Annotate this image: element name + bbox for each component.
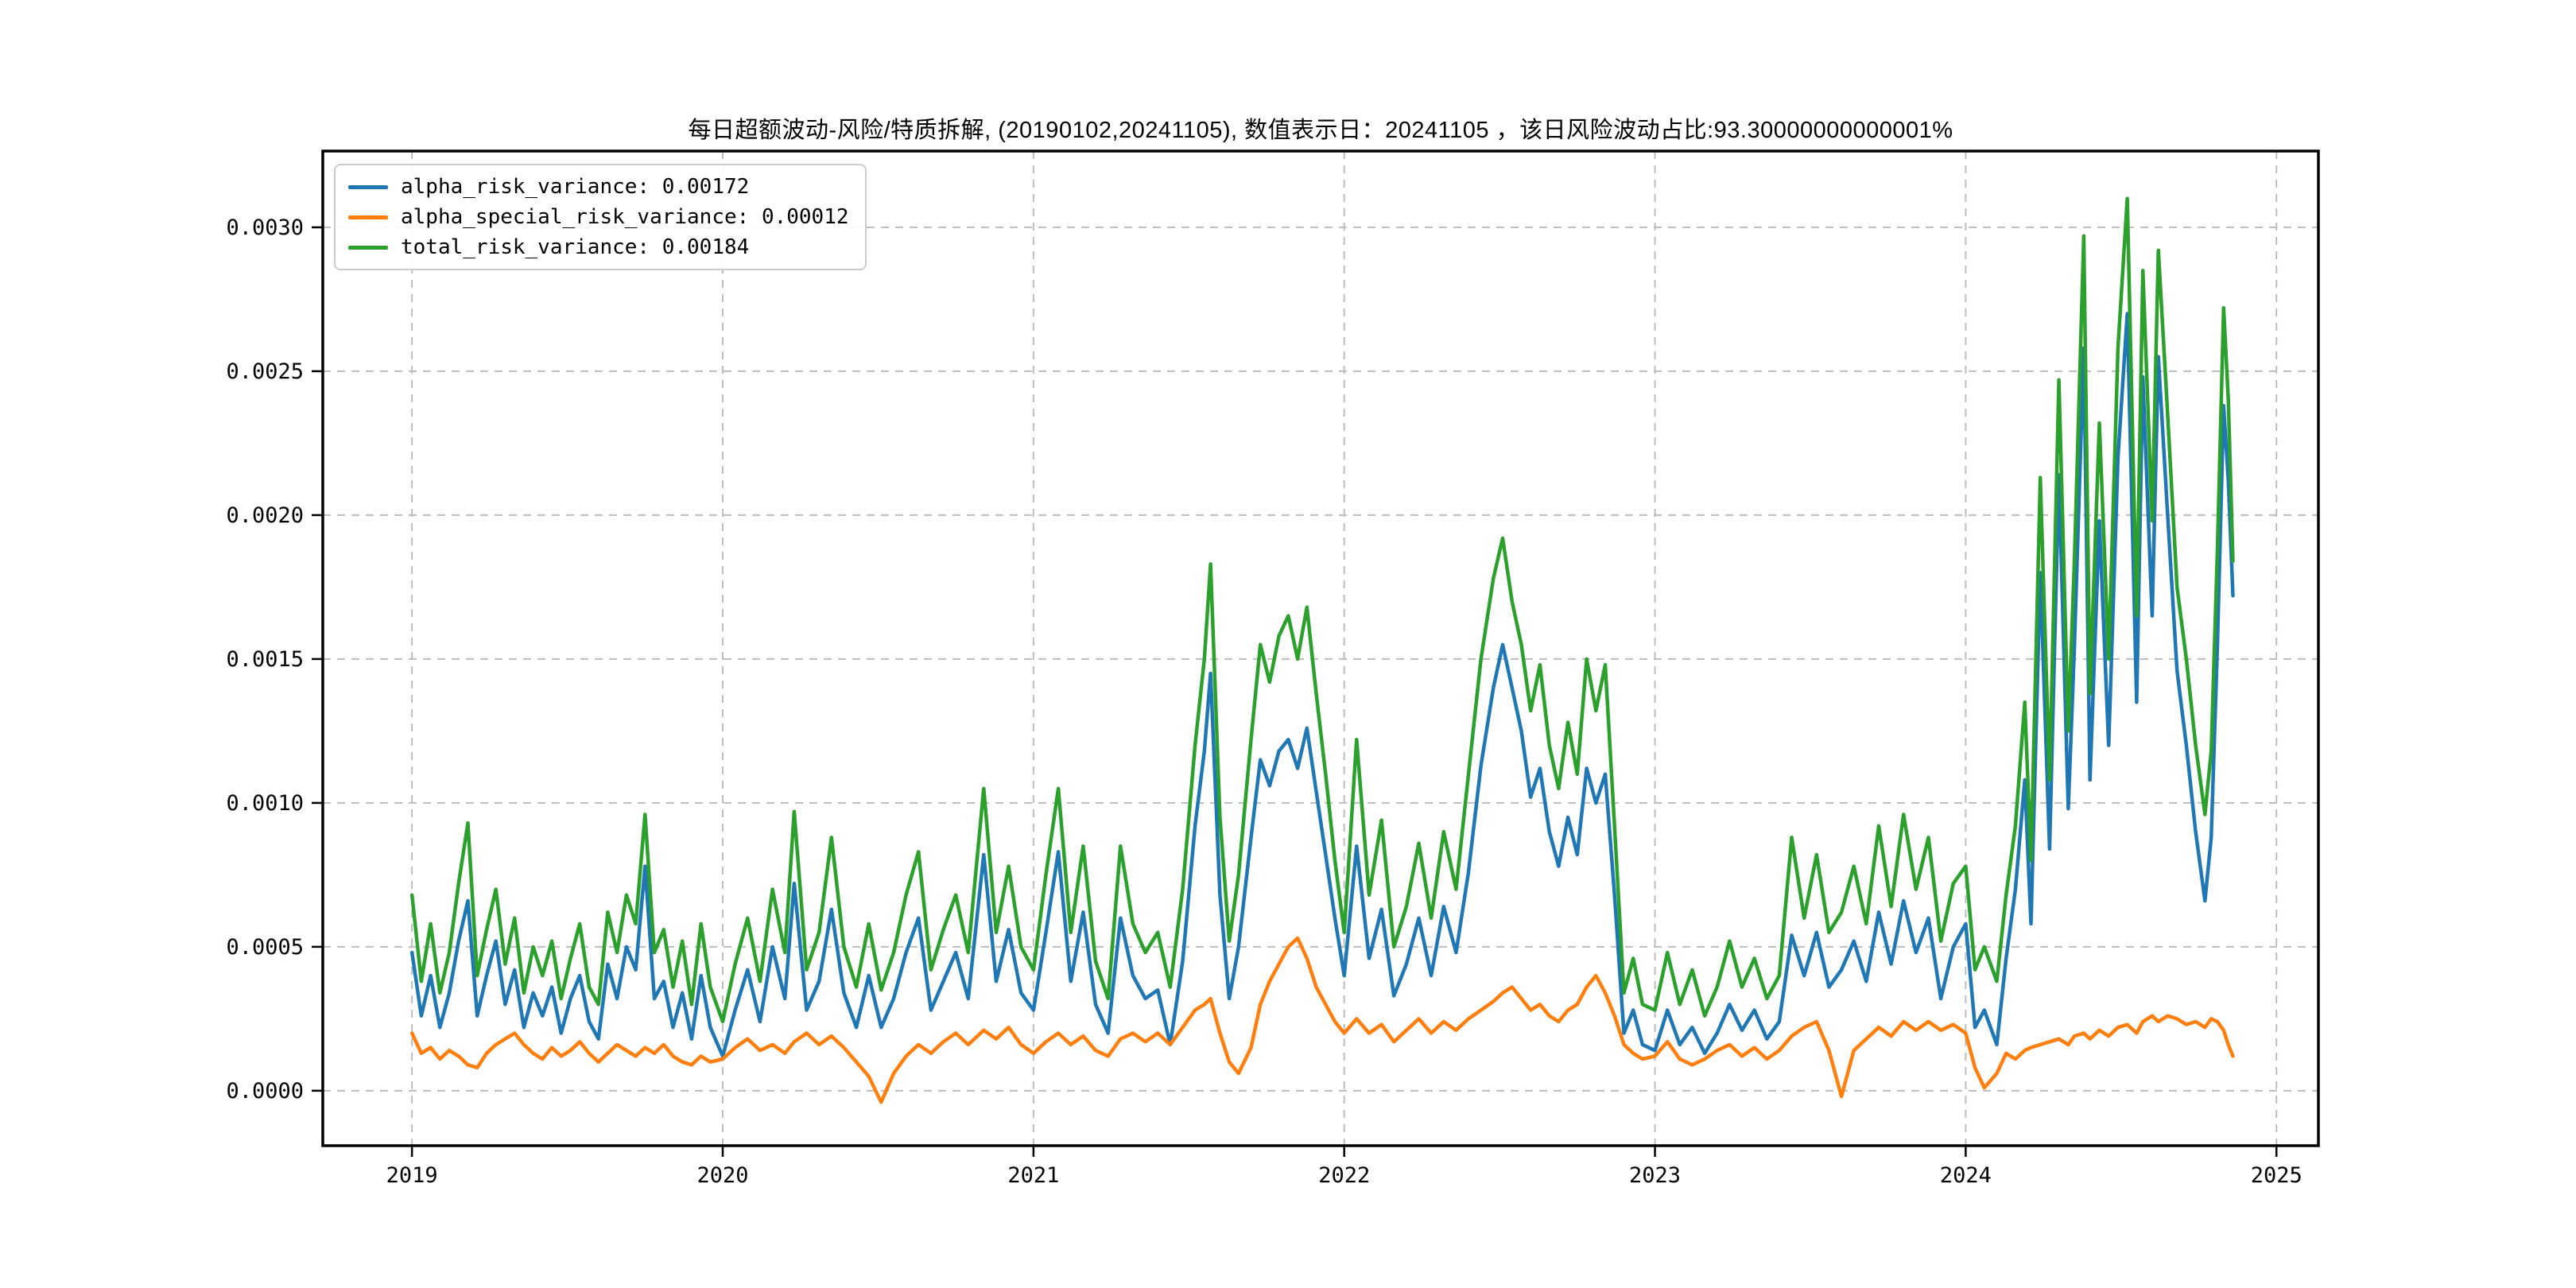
y-tick-label: 0.0020	[226, 503, 304, 528]
x-tick-label: 2025	[2251, 1163, 2302, 1188]
legend-label-total-risk: total_risk_variance: 0.00184	[401, 235, 749, 259]
series-line-alpha_risk_variance	[412, 314, 2233, 1057]
chart-title: 每日超额波动-风险/特质拆解, (20190102,20241105), 数值表…	[323, 111, 2318, 145]
x-tick-label: 2023	[1629, 1163, 1681, 1188]
legend: alpha_risk_variance: 0.00172 alpha_speci…	[334, 164, 867, 270]
series-layer	[412, 199, 2233, 1103]
x-tick-label: 2021	[1007, 1163, 1059, 1188]
legend-label-alpha-risk: alpha_risk_variance: 0.00172	[401, 175, 749, 199]
x-tick-label: 2020	[697, 1163, 749, 1188]
legend-swatch-alpha-risk	[348, 185, 388, 189]
legend-item: total_risk_variance: 0.00184	[348, 235, 849, 259]
y-tick-label: 0.0025	[226, 359, 304, 384]
x-tick-label: 2019	[386, 1163, 438, 1188]
legend-swatch-alpha-special-risk	[348, 215, 388, 219]
legend-item: alpha_special_risk_variance: 0.00012	[348, 205, 849, 229]
y-tick-label: 0.0005	[226, 935, 304, 960]
x-tick-label: 2024	[1940, 1163, 1992, 1188]
x-tick-label: 2022	[1318, 1163, 1370, 1188]
series-line-total_risk_variance	[412, 199, 2233, 1022]
y-tick-label: 0.0010	[226, 791, 304, 816]
y-tick-label: 0.0030	[226, 215, 304, 240]
y-tick-label: 0.0000	[226, 1079, 304, 1104]
legend-swatch-total-risk	[348, 246, 388, 250]
legend-label-alpha-special-risk: alpha_special_risk_variance: 0.00012	[401, 205, 849, 229]
legend-item: alpha_risk_variance: 0.00172	[348, 175, 849, 199]
figure: 0.0000 0.0005 0.0010 0.0015 0.0020 0.0025 0.00…	[0, 0, 2576, 1288]
y-tick-label: 0.0015	[226, 647, 304, 672]
